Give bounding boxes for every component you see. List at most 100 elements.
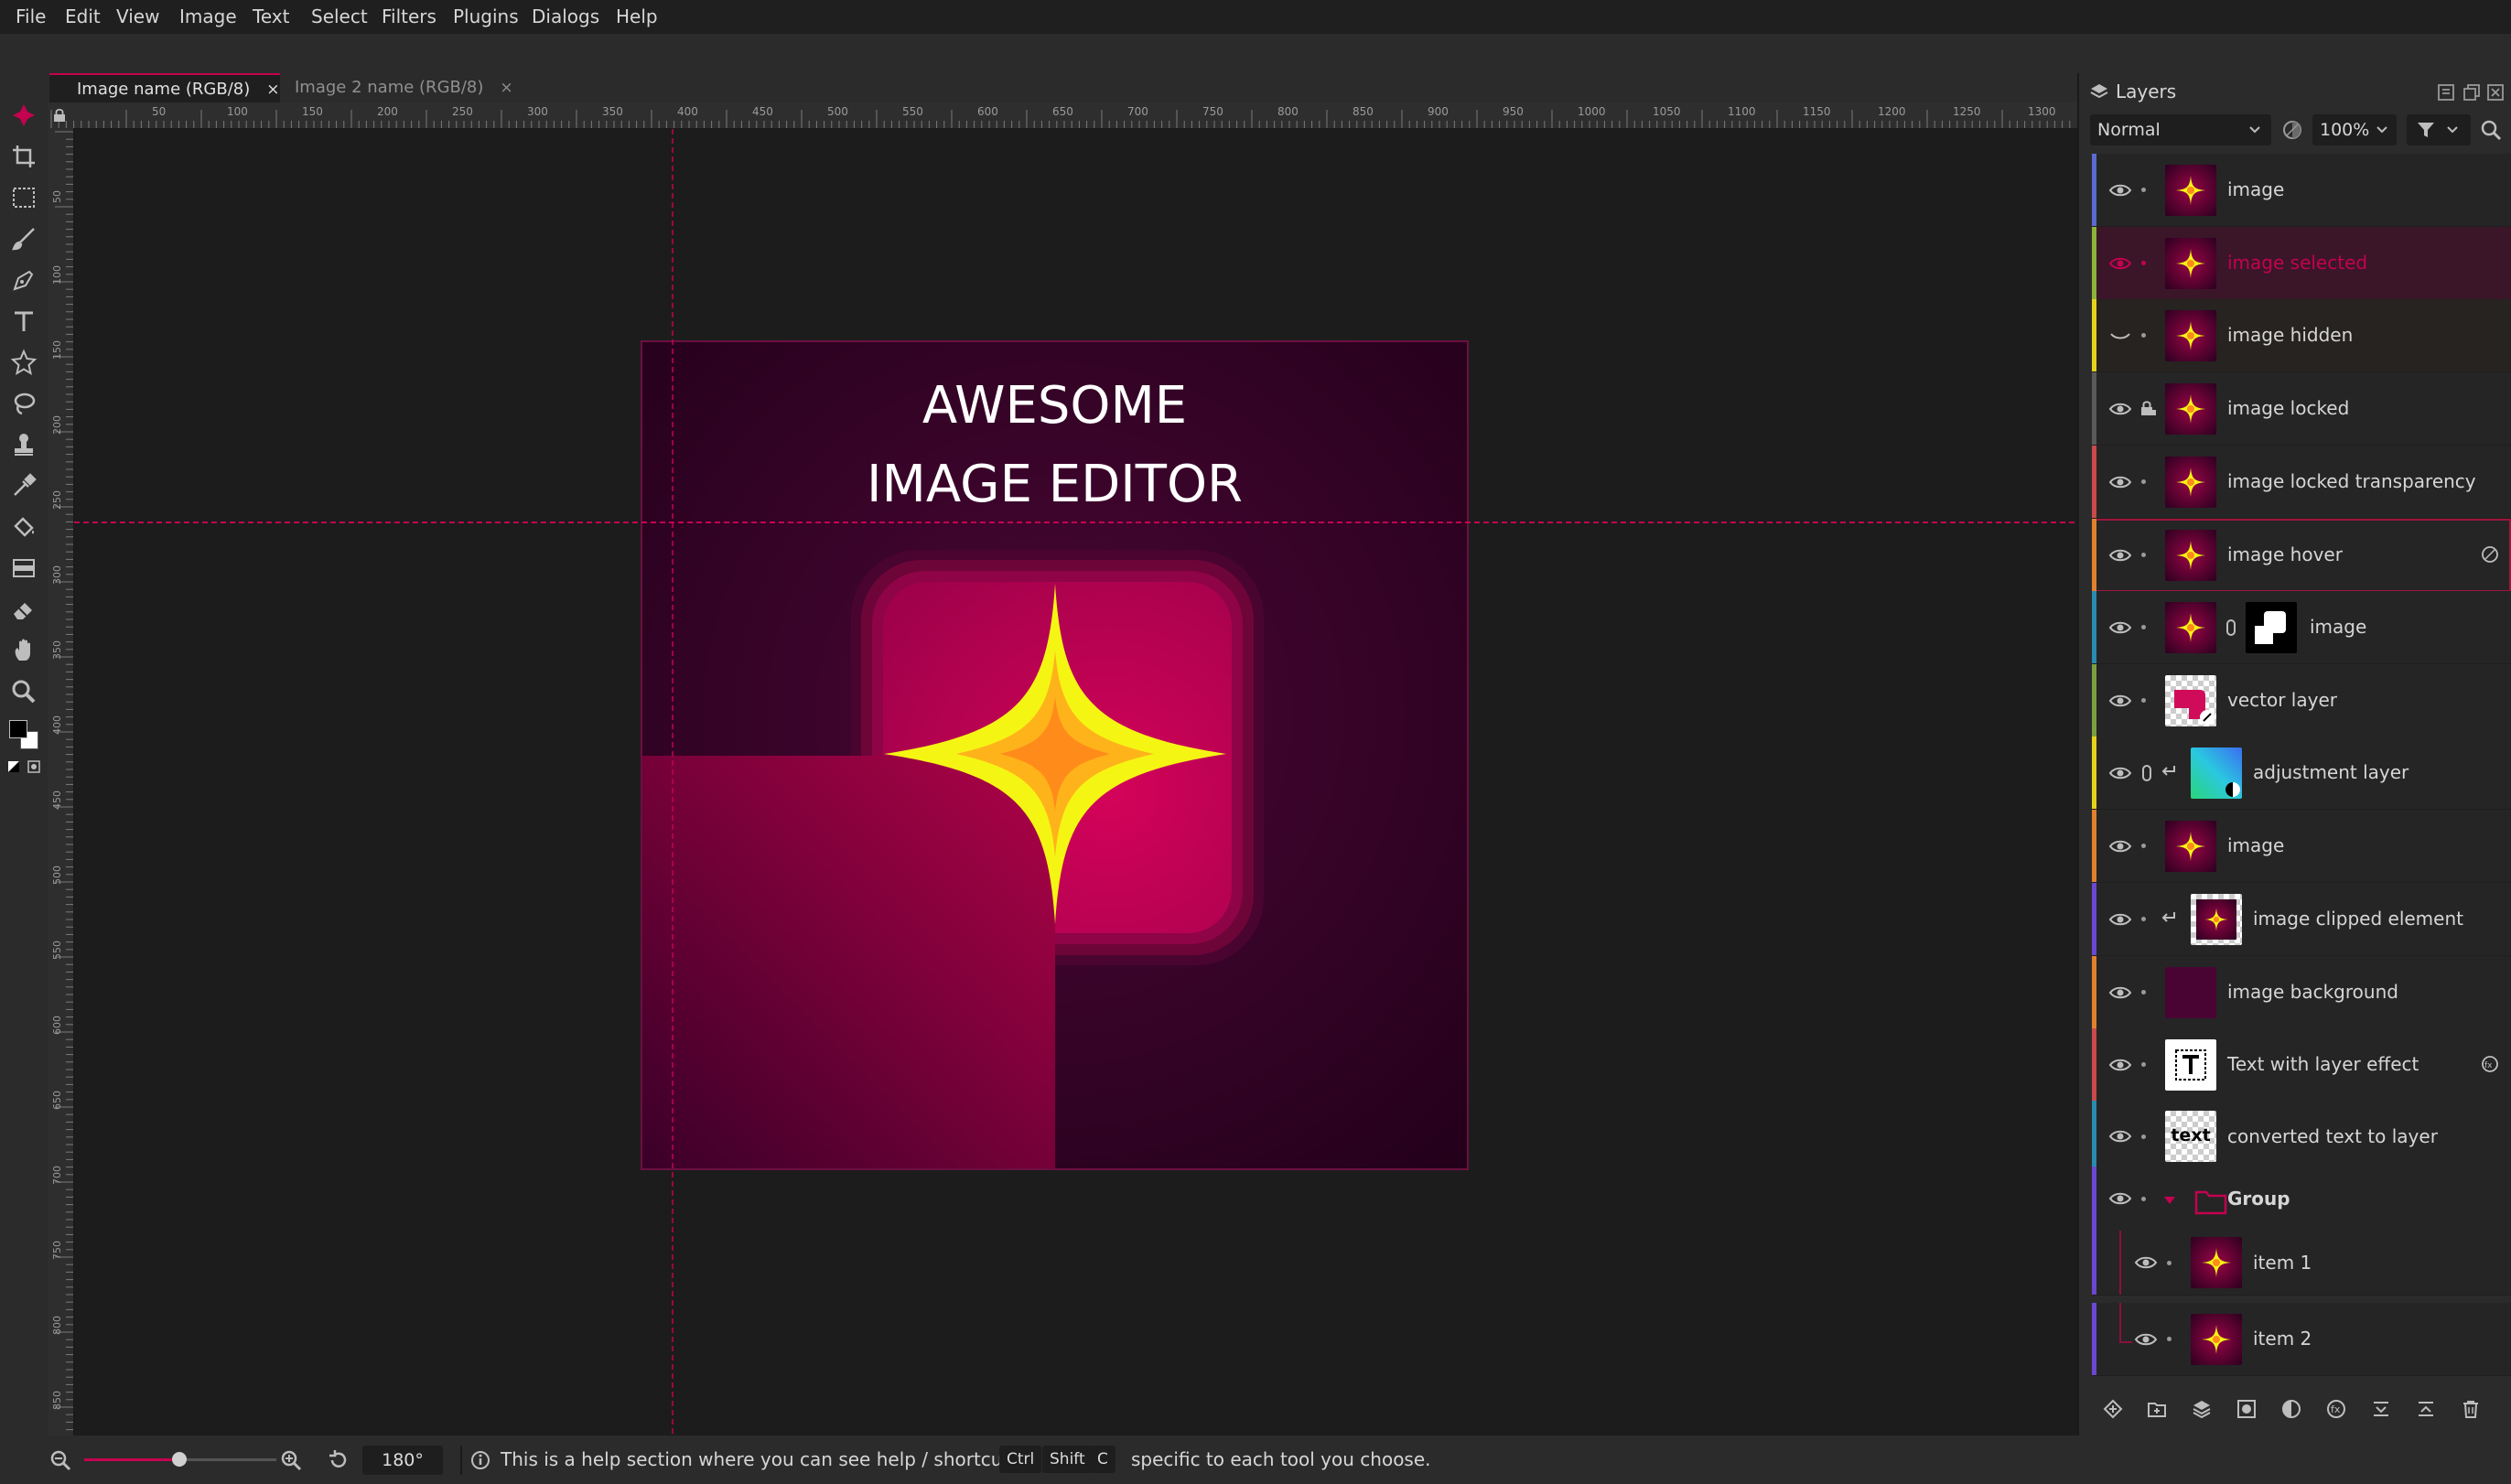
brush-tool-icon[interactable] xyxy=(7,222,40,255)
menu-file[interactable]: File xyxy=(16,0,46,34)
new-group-icon[interactable] xyxy=(2147,1399,2167,1419)
menu-help[interactable]: Help xyxy=(616,0,658,34)
layer-row[interactable]: item 2 xyxy=(2092,1303,2511,1376)
layer-mask-thumbnail[interactable] xyxy=(2246,602,2297,653)
vertical-ruler[interactable]: 50 100 150 200 250 300 350 400 450 500 550 600 650 70… xyxy=(48,128,74,1436)
zoom-slider[interactable] xyxy=(84,1452,276,1467)
link-dot[interactable] xyxy=(2141,188,2146,192)
eye-icon[interactable] xyxy=(2108,982,2132,1004)
stamp-tool-icon[interactable] xyxy=(7,428,40,461)
menu-view[interactable]: View xyxy=(116,0,159,34)
eye-icon[interactable] xyxy=(2108,835,2132,857)
layer-row[interactable]: Group xyxy=(2092,1167,2511,1231)
layer-row[interactable]: image hidden xyxy=(2092,299,2511,372)
menu-edit[interactable]: Edit xyxy=(65,0,101,34)
eye-icon[interactable] xyxy=(2108,253,2132,274)
menu-image[interactable]: Image xyxy=(179,0,237,34)
link-dot[interactable] xyxy=(2141,479,2146,484)
chain-icon[interactable] xyxy=(2139,764,2154,782)
menu-text[interactable]: Text xyxy=(253,0,289,34)
link-dot[interactable] xyxy=(2141,1134,2146,1139)
link-dot[interactable] xyxy=(2141,553,2146,557)
link-dot[interactable] xyxy=(2167,1260,2172,1265)
chevron-down-icon[interactable] xyxy=(2163,1192,2176,1204)
link-dot[interactable] xyxy=(2141,333,2146,338)
adjustment-icon[interactable] xyxy=(2281,1399,2301,1419)
layer-options-icon[interactable] xyxy=(2480,544,2500,565)
eye-icon[interactable] xyxy=(2108,762,2132,784)
stack-layers-icon[interactable] xyxy=(2192,1399,2212,1419)
tab-image-name[interactable]: Image name (RGB/8) × xyxy=(49,73,280,102)
layer-row[interactable]: item 1 xyxy=(2092,1231,2511,1296)
eye-icon[interactable] xyxy=(2108,690,2132,712)
new-layer-icon[interactable] xyxy=(2103,1399,2123,1419)
layer-row[interactable]: image locked xyxy=(2092,372,2511,446)
lock-icon[interactable] xyxy=(2139,400,2156,416)
menu-select[interactable]: Select xyxy=(311,0,368,34)
link-dot[interactable] xyxy=(2141,625,2146,629)
menu-dialogs[interactable]: Dialogs xyxy=(532,0,599,34)
layer-row[interactable]: image xyxy=(2092,591,2511,664)
layer-row[interactable]: text converted text to layer xyxy=(2092,1101,2511,1173)
eye-icon[interactable] xyxy=(2108,398,2132,420)
menu-filters[interactable]: Filters xyxy=(382,0,436,34)
eye-closed-icon[interactable] xyxy=(2108,325,2132,347)
zoom-slider-handle[interactable] xyxy=(172,1452,187,1467)
color-swatches[interactable] xyxy=(7,718,40,751)
link-dot[interactable] xyxy=(2141,1197,2146,1201)
eye-icon[interactable] xyxy=(2108,617,2132,639)
link-dot[interactable] xyxy=(2141,698,2146,703)
zoom-in-icon[interactable] xyxy=(280,1449,302,1471)
move-tool-icon[interactable] xyxy=(7,99,40,132)
layer-filter-button[interactable] xyxy=(2407,114,2471,145)
hand-tool-icon[interactable] xyxy=(7,634,40,667)
crop-tool-icon[interactable] xyxy=(7,140,40,173)
eye-icon[interactable] xyxy=(2108,1054,2132,1076)
rotate-icon[interactable] xyxy=(328,1449,350,1471)
zoom-tool-icon[interactable] xyxy=(7,675,40,708)
close-icon[interactable]: × xyxy=(500,79,512,97)
eye-icon[interactable] xyxy=(2108,1125,2132,1147)
canvas-image[interactable] xyxy=(74,129,2077,1436)
opacity-select[interactable]: 100% xyxy=(2312,114,2397,145)
layer-row[interactable]: Text with layer effect fx xyxy=(2092,1028,2511,1102)
layer-row[interactable]: image xyxy=(2092,154,2511,227)
horizontal-ruler[interactable]: 50 100 150 200 250 300 350 400 450 500 550 600 650 70… xyxy=(48,102,2131,129)
eye-icon[interactable] xyxy=(2108,471,2132,493)
link-dot[interactable] xyxy=(2141,917,2146,921)
layer-row[interactable]: vector layer xyxy=(2092,664,2511,737)
layer-effects-icon[interactable]: fx xyxy=(2326,1399,2346,1419)
rotation-input[interactable]: 180° xyxy=(362,1446,443,1475)
canvas-viewport[interactable]: AWESOME IMAGE EDITOR xyxy=(74,129,2077,1436)
menu-plugins[interactable]: Plugins xyxy=(453,0,519,34)
link-dot[interactable] xyxy=(2141,1062,2146,1067)
search-icon[interactable] xyxy=(2480,119,2502,141)
layer-row[interactable]: image clipped element xyxy=(2092,883,2511,956)
eye-icon[interactable] xyxy=(2108,1188,2132,1210)
blend-mode-select[interactable]: Normal xyxy=(2090,114,2271,145)
close-icon[interactable]: × xyxy=(266,81,279,99)
gradient-tool-icon[interactable] xyxy=(7,552,40,585)
lock-icon[interactable] xyxy=(53,108,66,123)
link-dot[interactable] xyxy=(2141,990,2146,995)
pen-tool-icon[interactable] xyxy=(7,263,40,296)
layer-row[interactable]: image hover xyxy=(2092,519,2511,592)
layer-effects-icon[interactable]: fx xyxy=(2480,1054,2500,1074)
shape-tool-icon[interactable] xyxy=(7,346,40,379)
foreground-color-swatch[interactable] xyxy=(9,720,27,738)
layer-row[interactable]: image background xyxy=(2092,956,2511,1029)
layer-mask-icon[interactable] xyxy=(2236,1399,2257,1419)
tab-image-2-name[interactable]: Image 2 name (RGB/8) × xyxy=(282,73,522,102)
fill-bucket-icon[interactable] xyxy=(7,511,40,543)
layer-row[interactable]: image xyxy=(2092,810,2511,883)
detach-panel-icon[interactable] xyxy=(2463,84,2480,101)
eyedropper-icon[interactable] xyxy=(7,469,40,502)
text-tool-icon[interactable] xyxy=(7,305,40,338)
rect-select-icon[interactable] xyxy=(7,181,40,214)
link-dot[interactable] xyxy=(2167,1337,2172,1341)
layer-row[interactable]: image selected xyxy=(2092,227,2511,300)
eye-icon[interactable] xyxy=(2108,909,2132,930)
layer-row[interactable]: adjustment layer xyxy=(2092,737,2511,810)
flatten-icon[interactable] xyxy=(2416,1399,2436,1419)
panel-menu-icon[interactable] xyxy=(2438,84,2454,101)
